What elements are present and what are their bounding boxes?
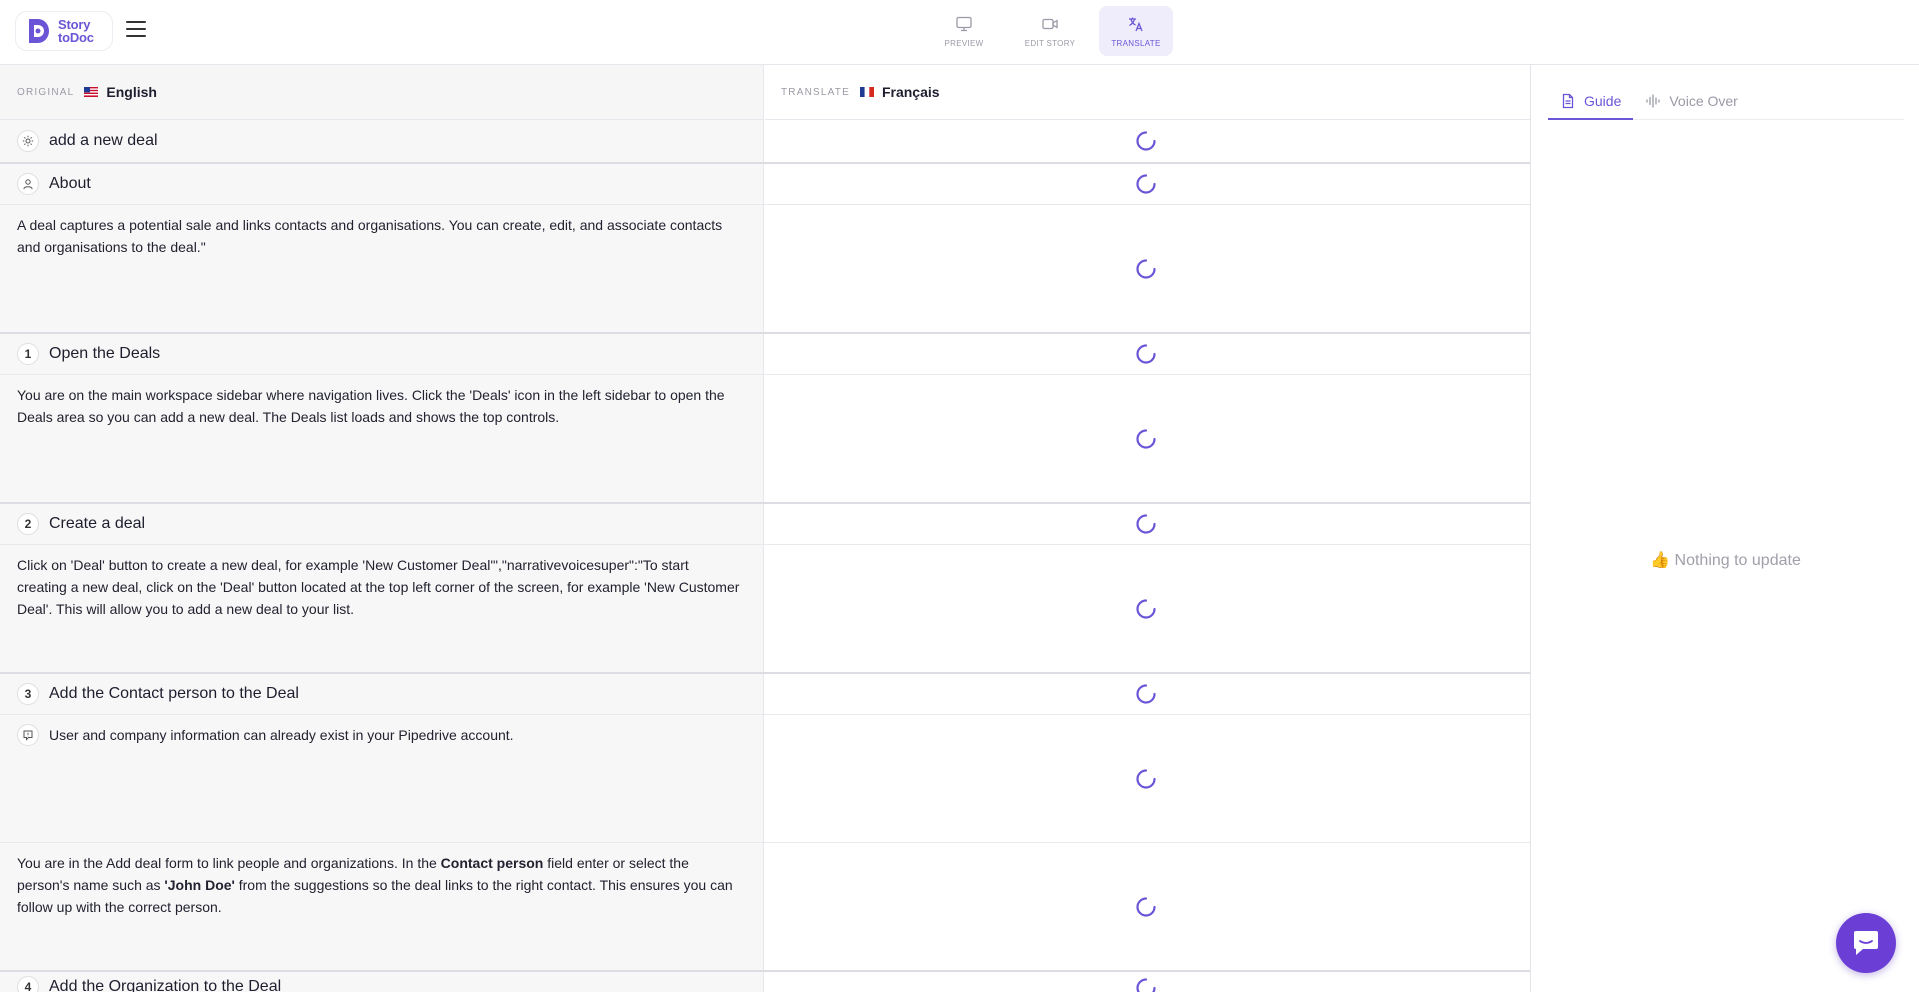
preview-mode-button[interactable]: PREVIEW bbox=[927, 6, 1001, 56]
loading-spinner-icon bbox=[1135, 173, 1157, 195]
original-column-header: ORIGINAL English bbox=[0, 65, 764, 120]
translation-cell[interactable] bbox=[765, 545, 1530, 672]
original-cell[interactable]: About bbox=[0, 164, 764, 204]
step-title-row: 4 Add the Organization to the Deal bbox=[0, 970, 1530, 992]
chat-icon bbox=[1854, 931, 1878, 955]
step-title: Create a deal bbox=[49, 515, 146, 532]
step-text-row: Click on 'Deal' button to create a new d… bbox=[0, 544, 1530, 672]
top-bar: Story toDoc PREVIEW EDIT STORY TRANSLATE bbox=[0, 0, 1919, 65]
loading-spinner-icon bbox=[1135, 513, 1157, 535]
tip-text: User and company information can already… bbox=[49, 727, 514, 743]
storytodoc-logo[interactable]: Story toDoc bbox=[15, 11, 113, 51]
original-cell[interactable]: 3 Add the Contact person to the Deal bbox=[0, 674, 764, 714]
loading-spinner-icon bbox=[1135, 598, 1157, 620]
loading-spinner-icon bbox=[1135, 768, 1157, 790]
step-number: 4 bbox=[17, 976, 39, 992]
logo-mark-icon bbox=[29, 19, 49, 43]
step-number: 1 bbox=[17, 343, 39, 365]
about-text-row: A deal captures a potential sale and lin… bbox=[0, 204, 1530, 332]
step-text: Click on 'Deal' button to create a new d… bbox=[17, 557, 740, 617]
mode-label: EDIT STORY bbox=[1024, 38, 1076, 48]
step-text: You are in the Add deal form to link peo… bbox=[17, 855, 733, 915]
loading-spinner-icon bbox=[1135, 343, 1157, 365]
translation-cell[interactable] bbox=[765, 120, 1530, 162]
thumbs-up-icon: 👍 bbox=[1650, 552, 1671, 569]
step-tip-row: User and company information can already… bbox=[0, 714, 1530, 842]
original-cell[interactable]: add a new deal bbox=[0, 120, 764, 162]
original-cell[interactable]: Click on 'Deal' button to create a new d… bbox=[0, 545, 764, 672]
translation-table: ORIGINAL English TRANSLATE Français add … bbox=[0, 65, 1531, 992]
tab-guide[interactable]: Guide bbox=[1548, 83, 1634, 120]
info-bubble-icon bbox=[17, 724, 39, 746]
original-cell[interactable]: You are in the Add deal form to link peo… bbox=[0, 843, 764, 970]
logo-text: Story toDoc bbox=[58, 17, 94, 45]
tab-label: Guide bbox=[1584, 92, 1622, 109]
loading-spinner-icon bbox=[1135, 683, 1157, 705]
mode-label: PREVIEW bbox=[944, 38, 984, 48]
loading-spinner-icon bbox=[1135, 130, 1157, 152]
about-title-row: About bbox=[0, 162, 1530, 204]
translate-mode-button[interactable]: TRANSLATE bbox=[1099, 6, 1173, 56]
video-icon bbox=[1042, 18, 1058, 29]
monitor-icon bbox=[956, 16, 972, 31]
translation-cell[interactable] bbox=[765, 375, 1530, 502]
original-language: English bbox=[106, 84, 157, 100]
us-flag-icon bbox=[84, 87, 99, 97]
translation-cell[interactable] bbox=[765, 674, 1530, 714]
story-title: add a new deal bbox=[49, 132, 158, 149]
step-number: 3 bbox=[17, 683, 39, 705]
story-title-row: add a new deal bbox=[0, 120, 1530, 162]
original-cell[interactable]: 4 Add the Organization to the Deal bbox=[0, 972, 764, 992]
tab-voice-over[interactable]: Voice Over bbox=[1633, 83, 1749, 119]
translation-cell[interactable] bbox=[765, 972, 1530, 992]
original-cell[interactable]: A deal captures a potential sale and lin… bbox=[0, 205, 764, 332]
original-cell[interactable]: User and company information can already… bbox=[0, 715, 764, 842]
translate-icon bbox=[1129, 17, 1143, 31]
menu-icon[interactable] bbox=[126, 21, 146, 39]
step-title-row: 3 Add the Contact person to the Deal bbox=[0, 672, 1530, 714]
empty-state: 👍 Nothing to update bbox=[1532, 550, 1919, 570]
translation-cell[interactable] bbox=[765, 205, 1530, 332]
translation-cell[interactable] bbox=[765, 715, 1530, 842]
chat-launcher-button[interactable] bbox=[1836, 913, 1896, 973]
translation-cell[interactable] bbox=[765, 334, 1530, 374]
translate-column-header: TRANSLATE Français bbox=[765, 65, 1530, 120]
empty-state-text: Nothing to update bbox=[1674, 552, 1801, 569]
original-cell[interactable]: 1 Open the Deals bbox=[0, 334, 764, 374]
waveform-icon bbox=[1646, 94, 1661, 108]
step-title-row: 2 Create a deal bbox=[0, 502, 1530, 544]
step-text-row: You are in the Add deal form to link peo… bbox=[0, 842, 1530, 970]
user-icon bbox=[17, 173, 39, 195]
original-cell[interactable]: You are on the main workspace sidebar wh… bbox=[0, 375, 764, 502]
side-panel: Guide Voice Over 👍 Nothing to update bbox=[1532, 65, 1919, 992]
original-cell[interactable]: 2 Create a deal bbox=[0, 504, 764, 544]
step-title: Add the Organization to the Deal bbox=[49, 978, 282, 992]
original-kicker: ORIGINAL bbox=[17, 86, 75, 98]
loading-spinner-icon bbox=[1135, 896, 1157, 918]
loading-spinner-icon bbox=[1135, 258, 1157, 280]
tab-label: Voice Over bbox=[1669, 93, 1738, 109]
translation-cell[interactable] bbox=[765, 843, 1530, 970]
translation-cell[interactable] bbox=[765, 164, 1530, 204]
translate-kicker: TRANSLATE bbox=[781, 86, 850, 98]
mode-label: TRANSLATE bbox=[1111, 38, 1161, 48]
step-text-row: You are on the main workspace sidebar wh… bbox=[0, 374, 1530, 502]
step-title: Open the Deals bbox=[49, 345, 161, 362]
loading-spinner-icon bbox=[1135, 977, 1157, 992]
translation-cell[interactable] bbox=[765, 504, 1530, 544]
step-number: 2 bbox=[17, 513, 39, 535]
gear-icon bbox=[17, 130, 39, 152]
side-tabs: Guide Voice Over bbox=[1548, 83, 1904, 120]
edit-story-mode-button[interactable]: EDIT STORY bbox=[1013, 6, 1087, 56]
about-title: About bbox=[49, 175, 91, 192]
step-title: Add the Contact person to the Deal bbox=[49, 685, 299, 702]
fr-flag-icon bbox=[859, 87, 874, 97]
step-text: You are on the main workspace sidebar wh… bbox=[17, 387, 725, 425]
step-title-row: 1 Open the Deals bbox=[0, 332, 1530, 374]
about-text: A deal captures a potential sale and lin… bbox=[17, 217, 723, 255]
translate-language[interactable]: Français bbox=[882, 84, 940, 100]
loading-spinner-icon bbox=[1135, 428, 1157, 450]
mode-switcher: PREVIEW EDIT STORY TRANSLATE bbox=[927, 6, 1173, 56]
document-icon bbox=[1562, 93, 1574, 108]
